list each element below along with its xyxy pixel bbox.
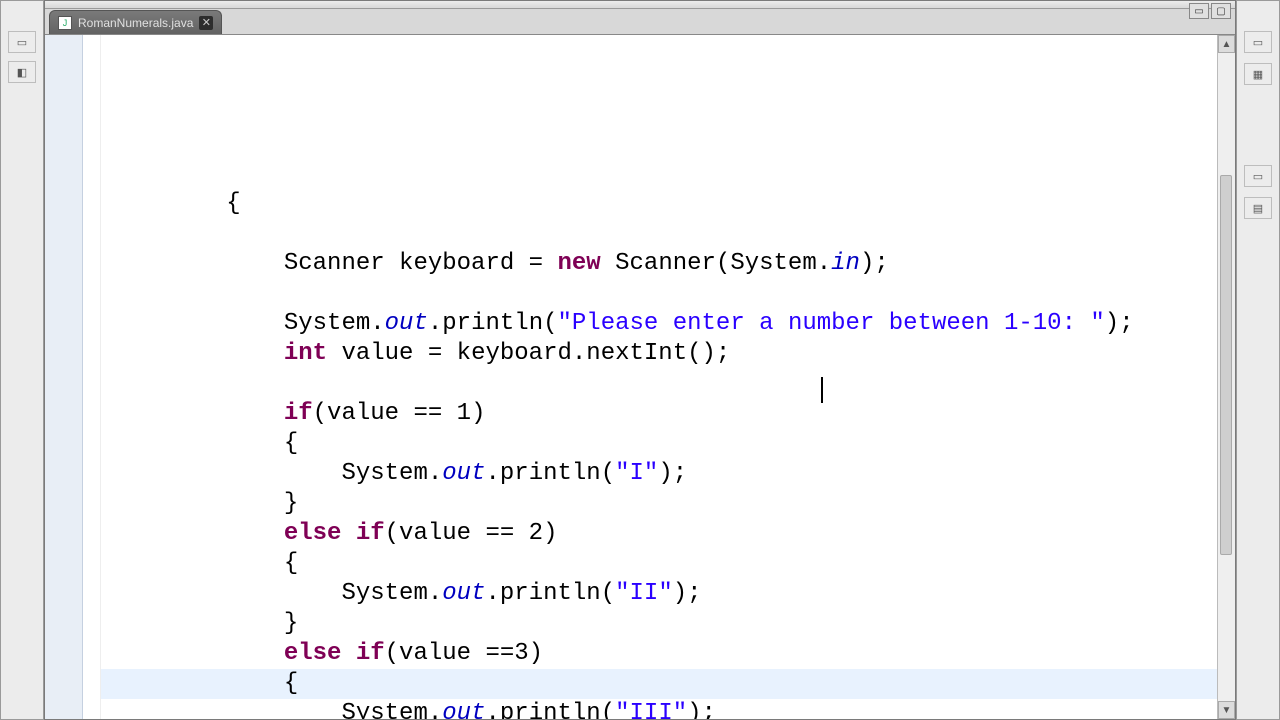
window-controls: ▭ ▢: [1189, 3, 1231, 19]
left-tool-1[interactable]: ▭: [8, 31, 36, 53]
top-bar: [45, 1, 1235, 9]
java-file-icon: J: [58, 16, 72, 30]
app-root: ▭ ◧ ▭ ▢ J RomanNumerals.java ✕ { Scan: [0, 0, 1280, 720]
right-tool-1[interactable]: ▭: [1244, 31, 1272, 53]
right-tool-4[interactable]: ▤: [1244, 197, 1272, 219]
left-tool-panel: ▭ ◧: [0, 0, 44, 720]
scroll-up-arrow[interactable]: ▲: [1218, 35, 1235, 53]
close-icon[interactable]: ✕: [199, 16, 213, 30]
right-tool-panel: ▭ ▦ ▭ ▤: [1236, 0, 1280, 720]
right-tool-2[interactable]: ▦: [1244, 63, 1272, 85]
line-number-gutter: [45, 35, 83, 719]
editor-body: { Scanner keyboard = new Scanner(System.…: [45, 35, 1235, 719]
scroll-down-arrow[interactable]: ▼: [1218, 701, 1235, 719]
vertical-scrollbar[interactable]: ▲ ▼: [1217, 35, 1235, 719]
tab-filename: RomanNumerals.java: [78, 16, 193, 30]
right-tool-3[interactable]: ▭: [1244, 165, 1272, 187]
code-area[interactable]: { Scanner keyboard = new Scanner(System.…: [101, 35, 1217, 719]
scroll-thumb[interactable]: [1220, 175, 1232, 555]
code-content: { Scanner keyboard = new Scanner(System.…: [111, 189, 1217, 719]
tab-strip: J RomanNumerals.java ✕: [45, 9, 1235, 35]
maximize-button[interactable]: ▢: [1211, 3, 1231, 19]
minimize-button[interactable]: ▭: [1189, 3, 1209, 19]
left-tool-2[interactable]: ◧: [8, 61, 36, 83]
editor-window: ▭ ▢ J RomanNumerals.java ✕ { Scanner key…: [44, 0, 1236, 720]
fold-ruler: [83, 35, 101, 719]
editor-tab[interactable]: J RomanNumerals.java ✕: [49, 10, 222, 34]
